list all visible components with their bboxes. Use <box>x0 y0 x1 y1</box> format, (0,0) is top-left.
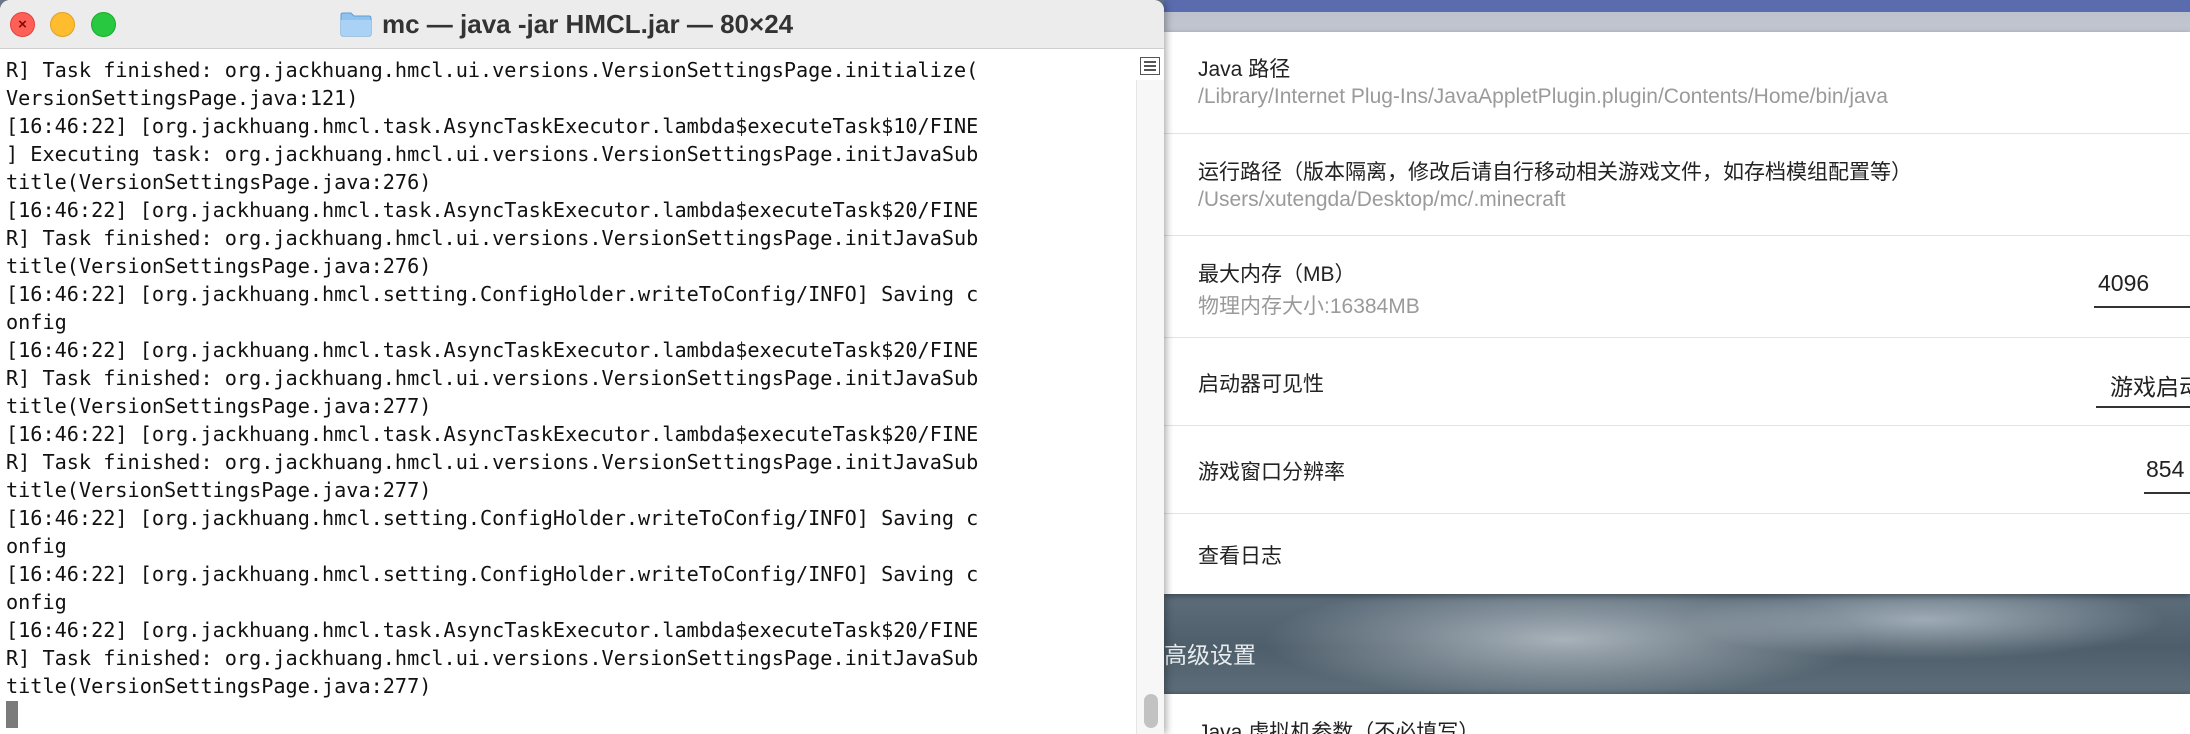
terminal-line: R] Task finished: org.jackhuang.hmcl.ui.… <box>6 646 979 670</box>
max-memory-label: 最大内存（MB） <box>1198 263 1356 286</box>
jvm-args-card[interactable]: Java 虚拟机参数（不必填写） <box>1164 694 2190 734</box>
jvm-args-label: Java 虚拟机参数（不必填写） <box>1198 721 1480 734</box>
window-width-input[interactable]: 854 <box>2146 456 2184 483</box>
close-button[interactable]: × <box>10 12 35 37</box>
window-resolution-row: 游戏窗口分辨率 854 <box>1164 426 2190 514</box>
terminal-line: onfig <box>6 590 67 614</box>
terminal-line: R] Task finished: org.jackhuang.hmcl.ui.… <box>6 226 979 250</box>
close-icon: × <box>18 16 27 33</box>
launcher-visibility-underline <box>2096 406 2190 408</box>
hmcl-launcher-window: Java 路径 /Library/Internet Plug-Ins/JavaA… <box>1164 0 2190 734</box>
window-width-underline <box>2144 492 2190 494</box>
java-path-value: /Library/Internet Plug-Ins/JavaAppletPlu… <box>1198 85 1888 108</box>
advanced-settings-heading: 高级设置 <box>1164 642 1256 668</box>
max-memory-row: 最大内存（MB） 物理内存大小:16384MB 4096 <box>1164 236 2190 338</box>
terminal-line: title(VersionSettingsPage.java:277) <box>6 674 432 698</box>
terminal-line: onfig <box>6 534 67 558</box>
game-settings-card: Java 路径 /Library/Internet Plug-Ins/JavaA… <box>1164 32 2190 594</box>
terminal-line: title(VersionSettingsPage.java:276) <box>6 170 432 194</box>
terminal-line: R] Task finished: org.jackhuang.hmcl.ui.… <box>6 58 979 82</box>
run-path-row[interactable]: 运行路径（版本隔离，修改后请自行移动相关游戏文件，如存档模组配置等） /User… <box>1164 134 2190 236</box>
terminal-line: [16:46:22] [org.jackhuang.hmcl.task.Asyn… <box>6 198 979 222</box>
terminal-line: [16:46:22] [org.jackhuang.hmcl.task.Asyn… <box>6 422 979 446</box>
terminal-line: R] Task finished: org.jackhuang.hmcl.ui.… <box>6 366 979 390</box>
terminal-output[interactable]: R] Task finished: org.jackhuang.hmcl.ui.… <box>6 56 1126 700</box>
terminal-line: [16:46:22] [org.jackhuang.hmcl.setting.C… <box>6 562 979 586</box>
sidebar-toggle-icon[interactable] <box>1140 57 1160 75</box>
physical-memory-info: 物理内存大小:16384MB <box>1198 295 1420 318</box>
terminal-line: VersionSettingsPage.java:121) <box>6 86 359 110</box>
java-path-label: Java 路径 <box>1198 58 1291 81</box>
terminal-line: [16:46:22] [org.jackhuang.hmcl.task.Asyn… <box>6 114 979 138</box>
terminal-cursor <box>6 701 18 728</box>
terminal-line: R] Task finished: org.jackhuang.hmcl.ui.… <box>6 450 979 474</box>
terminal-line: title(VersionSettingsPage.java:277) <box>6 394 432 418</box>
folder-icon <box>340 12 372 37</box>
terminal-line: onfig <box>6 310 67 334</box>
view-log-row[interactable]: 查看日志 <box>1164 514 2190 594</box>
run-path-value: /Users/xutengda/Desktop/mc/.minecraft <box>1198 188 1566 211</box>
terminal-line: [16:46:22] [org.jackhuang.hmcl.setting.C… <box>6 282 979 306</box>
terminal-line: title(VersionSettingsPage.java:276) <box>6 254 432 278</box>
terminal-line: [16:46:22] [org.jackhuang.hmcl.task.Asyn… <box>6 338 979 362</box>
terminal-line: ] Executing task: org.jackhuang.hmcl.ui.… <box>6 142 979 166</box>
terminal-line: [16:46:22] [org.jackhuang.hmcl.task.Asyn… <box>6 618 979 642</box>
terminal-line: [16:46:22] [org.jackhuang.hmcl.setting.C… <box>6 506 979 530</box>
launcher-visibility-label: 启动器可见性 <box>1198 373 1324 396</box>
max-memory-input[interactable]: 4096 <box>2098 270 2149 297</box>
view-log-label: 查看日志 <box>1198 545 1282 568</box>
run-path-label: 运行路径（版本隔离，修改后请自行移动相关游戏文件，如存档模组配置等） <box>1198 161 1912 184</box>
window-title: mc — java -jar HMCL.jar — 80×24 <box>382 8 794 39</box>
terminal-line: title(VersionSettingsPage.java:277) <box>6 478 432 502</box>
scrollbar-thumb[interactable] <box>1144 694 1158 728</box>
terminal-window: × mc — java -jar HMCL.jar — 80×24 R] Tas… <box>0 0 1164 734</box>
terminal-scrollbar[interactable] <box>1136 80 1164 734</box>
launcher-visibility-row: 启动器可见性 游戏启动 <box>1164 338 2190 426</box>
java-path-row[interactable]: Java 路径 /Library/Internet Plug-Ins/JavaA… <box>1164 32 2190 134</box>
window-resolution-label: 游戏窗口分辨率 <box>1198 461 1345 484</box>
minimize-button[interactable] <box>50 12 75 37</box>
terminal-titlebar[interactable]: × mc — java -jar HMCL.jar — 80×24 <box>0 0 1164 49</box>
max-memory-underline <box>2094 306 2190 308</box>
maximize-button[interactable] <box>91 12 116 37</box>
window-title-group: mc — java -jar HMCL.jar — 80×24 <box>340 7 793 41</box>
launcher-title-strip <box>1164 0 2190 12</box>
launcher-visibility-select[interactable]: 游戏启动 <box>2110 368 2190 402</box>
